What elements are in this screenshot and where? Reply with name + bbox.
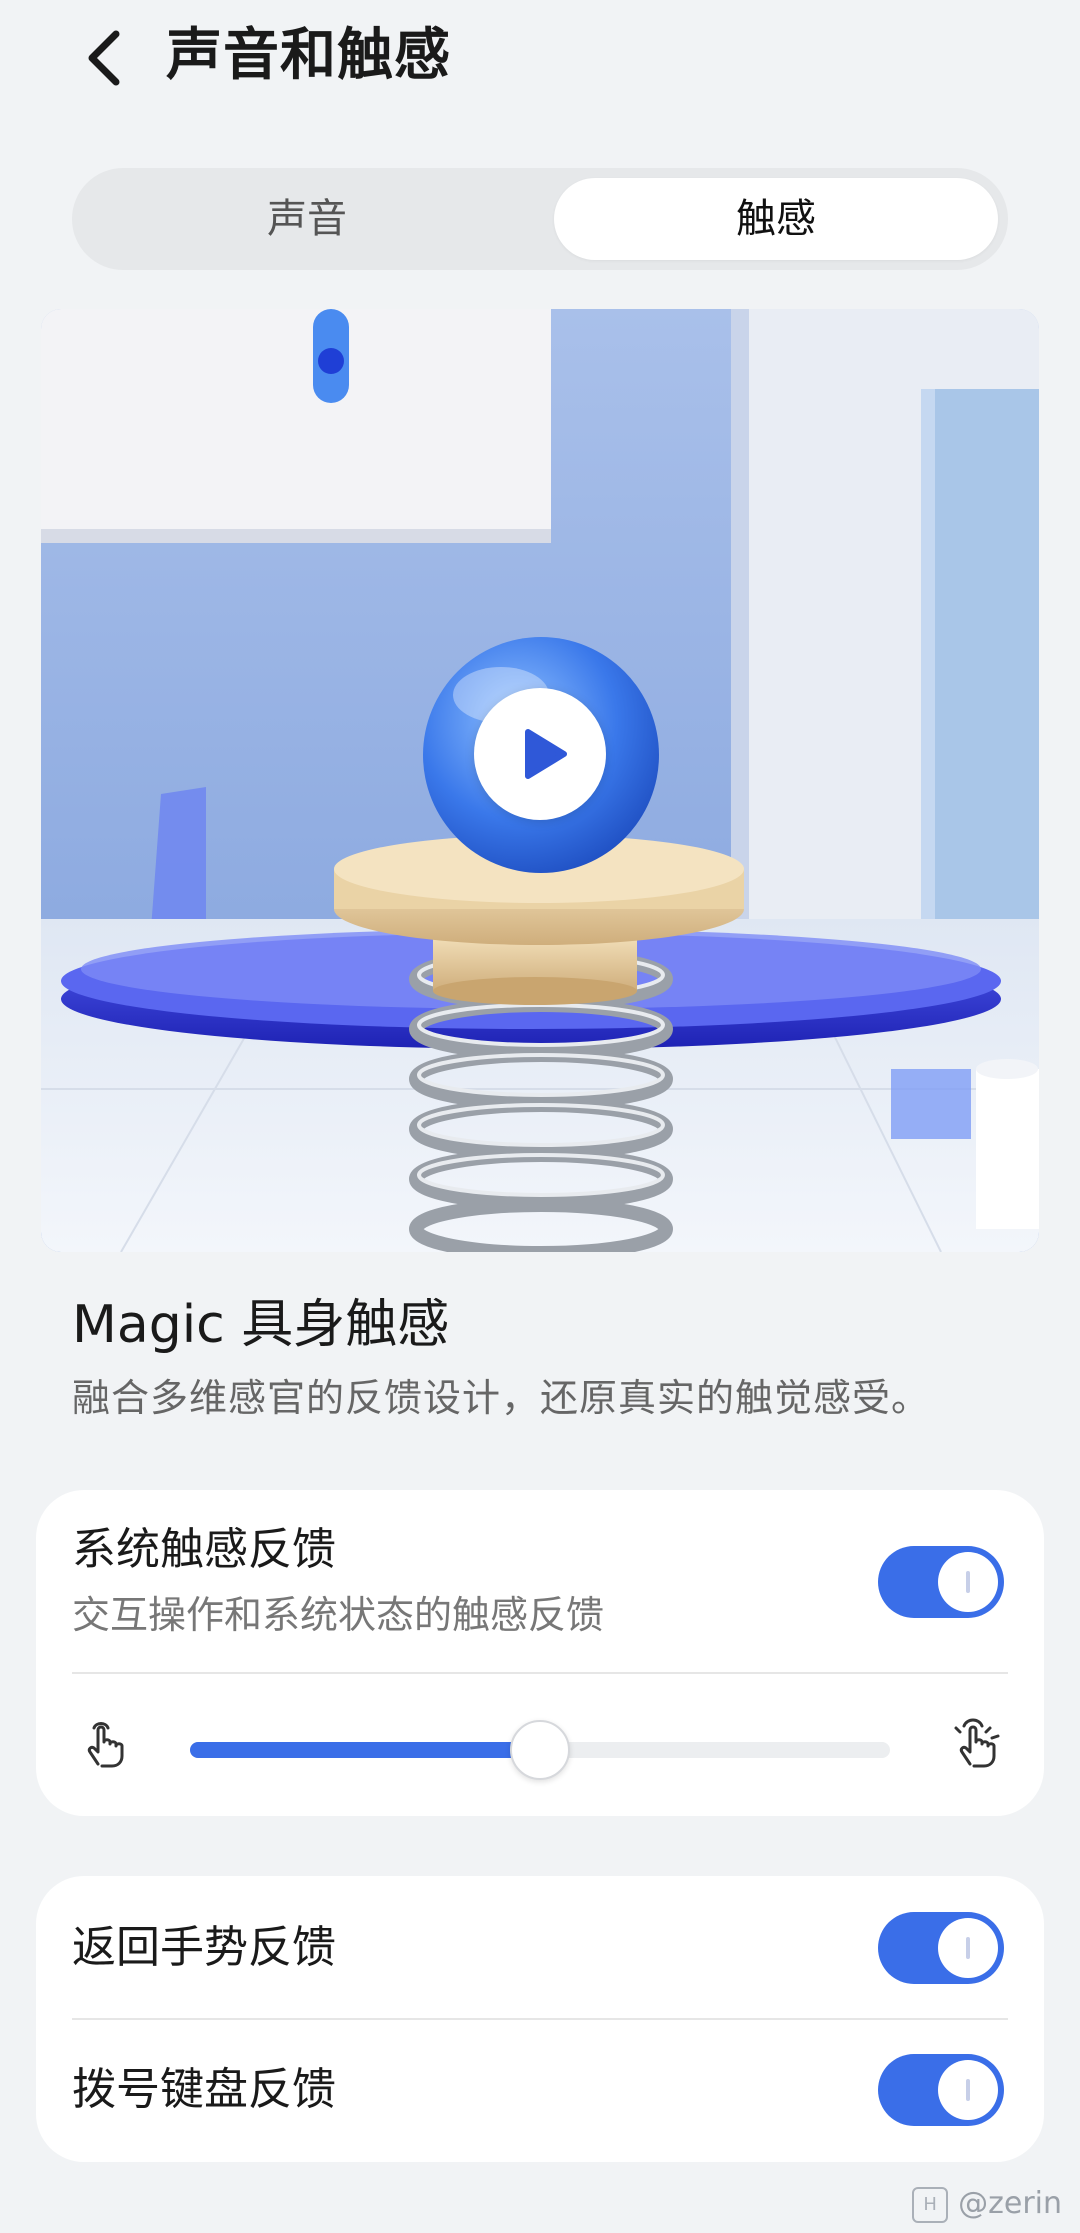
back-gesture-feedback-toggle[interactable] xyxy=(878,1912,1004,1984)
back-gesture-feedback-label: 返回手势反馈 xyxy=(72,1922,336,1973)
back-button[interactable] xyxy=(78,22,138,92)
header: 声音和触感 xyxy=(0,0,1080,120)
watermark-text: @zerin xyxy=(958,2186,1062,2221)
segmented-control: 声音 触感 xyxy=(72,168,1008,270)
haptics-intensity-slider[interactable] xyxy=(190,1720,890,1780)
watermark-logo-icon: H xyxy=(912,2186,949,2223)
toggle-knob xyxy=(938,1918,998,1978)
slider-fill xyxy=(190,1742,540,1758)
feature-description: 融合多维感官的反馈设计，还原真实的触觉感受。 xyxy=(72,1376,931,1420)
dial-keypad-feedback-toggle[interactable] xyxy=(878,2054,1004,2126)
tab-haptics[interactable]: 触感 xyxy=(554,178,998,260)
chevron-left-icon xyxy=(88,30,120,86)
watermark: H @zerin xyxy=(912,2184,1062,2224)
system-haptics-card: 系统触感反馈 交互操作和系统状态的触感反馈 xyxy=(36,1490,1044,1816)
slider-thumb[interactable] xyxy=(510,1720,570,1780)
hand-tap-light-icon xyxy=(74,1714,134,1774)
play-icon xyxy=(525,729,567,779)
page-title: 声音和触感 xyxy=(166,23,451,88)
system-haptics-subtitle: 交互操作和系统状态的触感反馈 xyxy=(72,1593,605,1637)
system-haptics-toggle[interactable] xyxy=(878,1546,1004,1618)
system-haptics-title: 系统触感反馈 xyxy=(72,1524,336,1575)
tab-sound[interactable]: 声音 xyxy=(82,178,532,260)
feature-title: Magic 具身触感 xyxy=(72,1295,450,1355)
dial-keypad-feedback-label: 拨号键盘反馈 xyxy=(72,2064,336,2115)
play-button[interactable] xyxy=(474,688,606,820)
divider xyxy=(72,2018,1008,2020)
toggle-knob xyxy=(938,2060,998,2120)
gesture-feedback-card: 返回手势反馈 拨号键盘反馈 xyxy=(36,1876,1044,2162)
hand-tap-strong-icon xyxy=(946,1714,1006,1774)
divider xyxy=(72,1672,1008,1674)
toggle-knob xyxy=(938,1552,998,1612)
